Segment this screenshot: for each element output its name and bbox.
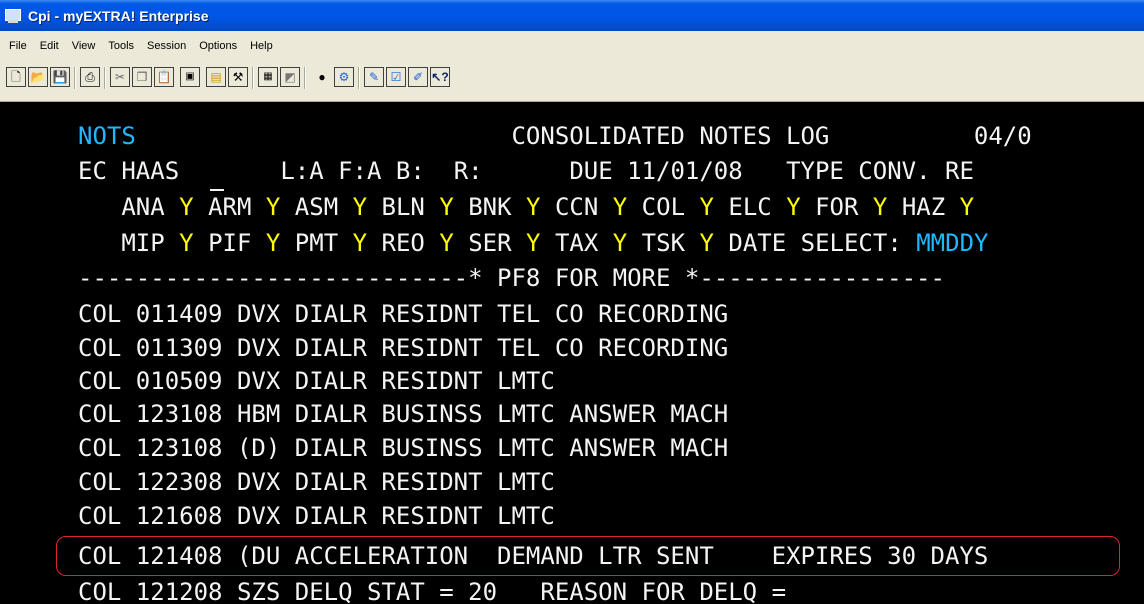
filter-value[interactable]: Y xyxy=(353,193,367,221)
filter-value[interactable]: Y xyxy=(699,229,713,257)
filter-row-1: ANA Y ARM Y ASM Y BLN Y BNK Y CCN Y COL … xyxy=(78,189,974,221)
screen-id: NOTS xyxy=(78,122,136,150)
record-icon[interactable]: ● xyxy=(312,67,332,87)
filter-value[interactable]: Y xyxy=(179,193,193,221)
filter-row-2: MIP Y PIF Y PMT Y REO Y SER Y TAX Y TSK … xyxy=(78,229,988,257)
filter-label: REO xyxy=(381,229,425,257)
filter-value[interactable]: Y xyxy=(873,193,887,221)
properties-icon[interactable]: ☑ xyxy=(386,67,406,87)
filter-label: MIP xyxy=(121,229,165,257)
separator-line: ---------------------------* PF8 FOR MOR… xyxy=(78,264,945,292)
filter-label: HAZ xyxy=(901,193,946,221)
highlight-annotation xyxy=(56,536,1120,576)
open-session-icon[interactable]: ▤ xyxy=(206,67,226,87)
terminal-row-header: NOTS CONSOLIDATED NOTES LOG 04/0 xyxy=(78,122,1032,150)
filter-label: ARM xyxy=(208,193,252,221)
filter-label: BLN xyxy=(381,193,425,221)
title-bar[interactable]: Cpi - myEXTRA! Enterprise xyxy=(0,0,1144,31)
filter-label: ASM xyxy=(294,193,339,221)
date-select-input[interactable]: MMDDY xyxy=(916,229,988,257)
filter-value[interactable]: Y xyxy=(786,193,800,221)
menu-session[interactable]: Session xyxy=(147,40,186,52)
tools-icon[interactable]: ⚒ xyxy=(228,67,248,87)
filter-value[interactable]: Y xyxy=(613,229,627,257)
menu-edit[interactable]: Edit xyxy=(40,40,59,52)
terminal-row-account: EC HAAS L:A F:A B: R: DUE 11/01/08 TYPE … xyxy=(78,157,974,185)
save-icon[interactable]: 💾 xyxy=(50,67,70,87)
filter-label: CCN xyxy=(554,193,599,221)
menu-options[interactable]: Options xyxy=(199,40,237,52)
new-file-icon[interactable]: 🗋 xyxy=(6,67,26,87)
filter-value[interactable]: Y xyxy=(266,229,280,257)
open-folder-icon[interactable]: 📂 xyxy=(28,67,48,87)
note-row[interactable]: COL 122308 DVX DIALR RESIDNT LMTC xyxy=(78,468,555,496)
terminal-app-icon xyxy=(4,8,22,24)
help-icon[interactable]: ↖? xyxy=(430,67,450,87)
toolbar: 🗋 📂 💾 ⎙ ✂ ❐ 📋 ▣ ▤ ⚒ ▦ ◩ ● ⚙ ✎ ☑ ✐ ↖? xyxy=(0,61,1144,102)
filter-label: SER xyxy=(468,229,512,257)
note-row[interactable]: COL 011409 DVX DIALR RESIDNT TEL CO RECO… xyxy=(78,300,728,328)
note-row[interactable]: COL 121208 SZS DELQ STAT = 20 REASON FOR… xyxy=(78,578,786,604)
menu-view[interactable]: View xyxy=(72,40,96,52)
filter-value[interactable]: Y xyxy=(439,193,453,221)
copy-icon[interactable]: ❐ xyxy=(132,67,152,87)
note-row[interactable]: COL 123108 (D) DIALR BUSINSS LMTC ANSWER… xyxy=(78,434,728,462)
filter-label: TSK xyxy=(641,229,686,257)
loan-type: TYPE CONV. RE xyxy=(786,157,974,185)
menu-tools[interactable]: Tools xyxy=(108,40,134,52)
status-codes: L:A F:A B: R: xyxy=(280,157,483,185)
edit-icon[interactable]: ✎ xyxy=(364,67,384,87)
note-row[interactable]: COL 121608 DVX DIALR RESIDNT LMTC xyxy=(78,502,555,530)
filter-value[interactable]: Y xyxy=(960,193,974,221)
borrower-name: EC HAAS xyxy=(78,157,180,185)
filter-value[interactable]: Y xyxy=(266,193,280,221)
note-row[interactable]: COL 010509 DVX DIALR RESIDNT LMTC xyxy=(78,367,555,395)
menu-help[interactable]: Help xyxy=(250,40,273,52)
terminal-screen[interactable]: NOTS CONSOLIDATED NOTES LOG 04/0 EC HAAS… xyxy=(0,102,1144,604)
capture-icon[interactable]: ▣ xyxy=(180,67,200,87)
filter-label: FOR xyxy=(815,193,859,221)
cut-icon[interactable]: ✂ xyxy=(110,67,130,87)
window-title: Cpi - myEXTRA! Enterprise xyxy=(28,7,209,24)
screen-title: CONSOLIDATED NOTES LOG xyxy=(511,122,830,150)
field-cursor xyxy=(210,189,224,191)
filter-value[interactable]: Y xyxy=(439,229,453,257)
filter-label: PIF xyxy=(208,229,252,257)
paste-icon[interactable]: 📋 xyxy=(154,67,174,87)
filter-label: BNK xyxy=(468,193,512,221)
filter-label: PMT xyxy=(294,229,339,257)
filter-value[interactable]: Y xyxy=(613,193,627,221)
filter-value[interactable]: Y xyxy=(179,229,193,257)
filter-value[interactable]: Y xyxy=(526,229,540,257)
session-icon[interactable]: ◩ xyxy=(280,67,300,87)
due-date: DUE 11/01/08 xyxy=(569,157,743,185)
filter-label: ELC xyxy=(728,193,772,221)
quickpad-icon[interactable]: ✐ xyxy=(408,67,428,87)
filter-value[interactable]: Y xyxy=(353,229,367,257)
screen-date: 04/0 xyxy=(973,122,1032,150)
menu-bar: File Edit View Tools Session Options Hel… xyxy=(0,31,1144,61)
filter-label: TAX xyxy=(554,229,599,257)
menu-file[interactable]: File xyxy=(9,40,27,52)
filter-label: COL xyxy=(641,193,686,221)
filter-value[interactable]: Y xyxy=(699,193,713,221)
date-select-label: DATE SELECT: xyxy=(728,229,902,257)
filter-label: ANA xyxy=(121,193,165,221)
settings-icon[interactable]: ⚙ xyxy=(334,67,354,87)
note-row[interactable]: COL 123108 HBM DIALR BUSINSS LMTC ANSWER… xyxy=(78,400,728,428)
filter-value[interactable]: Y xyxy=(526,193,540,221)
note-row[interactable]: COL 011309 DVX DIALR RESIDNT TEL CO RECO… xyxy=(78,334,728,362)
print-icon[interactable]: ⎙ xyxy=(80,67,100,87)
macro-icon[interactable]: ▦ xyxy=(258,67,278,87)
